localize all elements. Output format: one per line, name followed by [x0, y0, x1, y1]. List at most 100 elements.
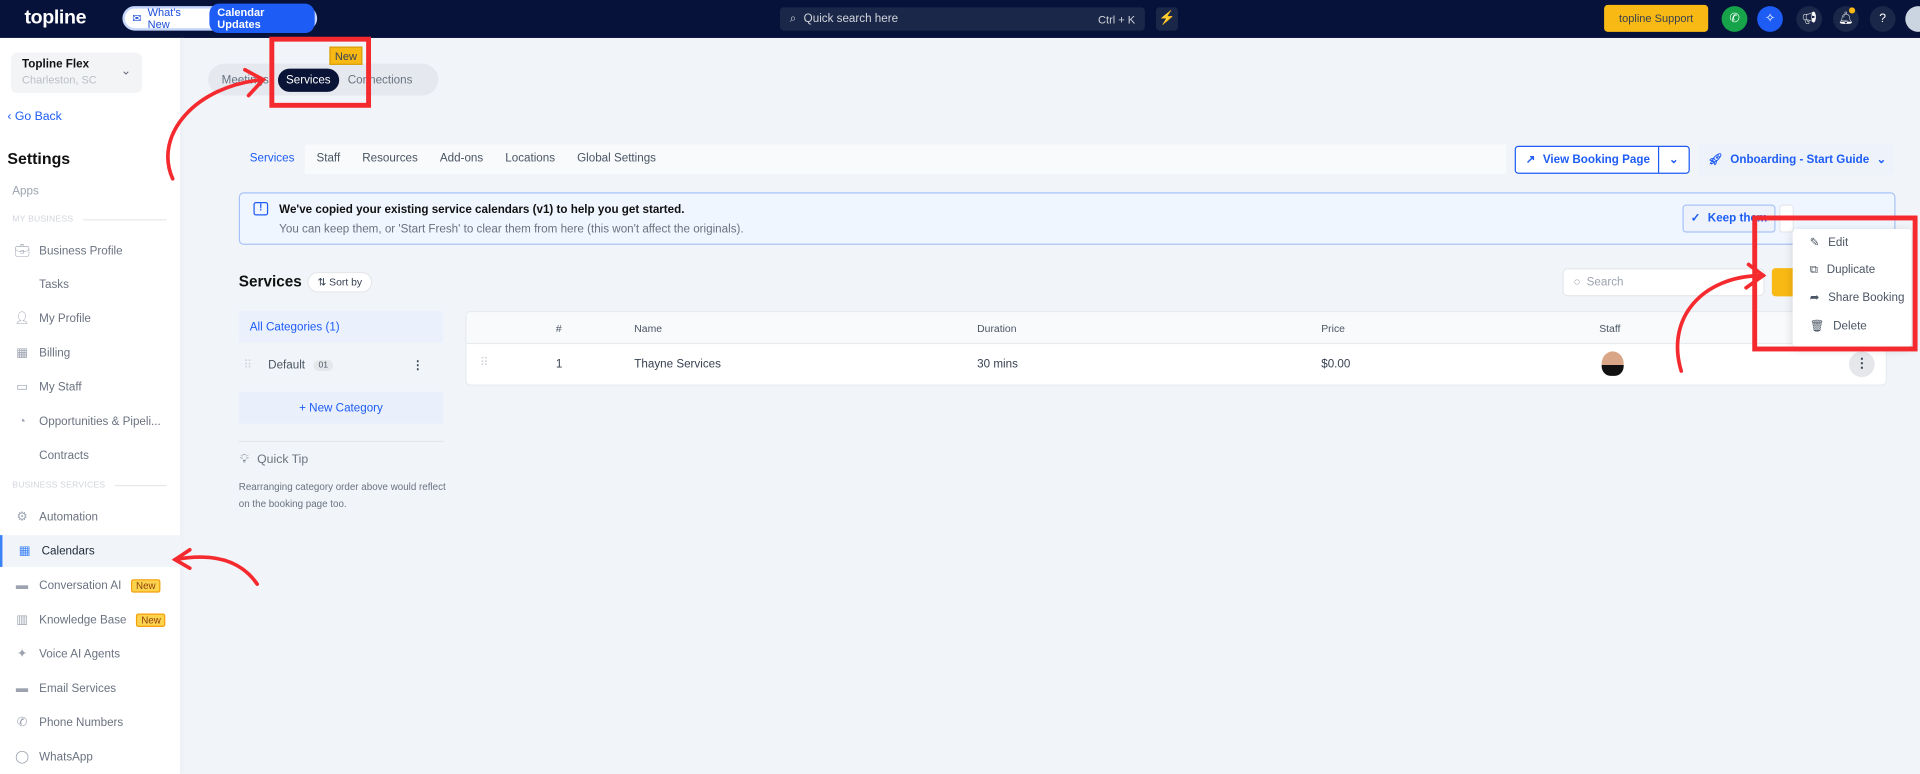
sidebar-item-apps[interactable]: Apps [12, 185, 39, 198]
sidebar-item-email-services[interactable]: ▬ Email Services [0, 672, 181, 704]
search-icon: ○ [1573, 275, 1581, 289]
nav-icon: ▬ [15, 681, 29, 695]
whats-new-button[interactable]: ✉ What's New Calendar Updates [122, 3, 318, 34]
lightning-icon[interactable]: ⚡ [1155, 7, 1178, 31]
go-back-link[interactable]: ‹ Go Back [7, 110, 61, 123]
drag-handle-icon[interactable]: ⠿ [480, 356, 489, 369]
category-label: Default [268, 358, 306, 372]
col-duration: Duration [977, 322, 1017, 335]
onboarding-label: Onboarding - Start Guide [1730, 153, 1870, 167]
nav-icon: 💼︎ [14, 244, 30, 258]
sparkle-icon[interactable]: ✧ [1757, 6, 1783, 32]
alert-icon: ! [253, 202, 269, 216]
section-business-services: BUSINESS SERVICES [12, 481, 167, 490]
nav-label: Automation [39, 510, 99, 524]
help-icon[interactable]: ? [1869, 6, 1896, 32]
view-booking-page-button[interactable]: ↗ View Booking Page ⌄ [1514, 145, 1690, 174]
support-button[interactable]: topline Support [1604, 4, 1709, 32]
onboarding-button[interactable]: 🚀︎ Onboarding - Start Guide ⌄ [1697, 144, 1895, 176]
location-switcher[interactable]: Topline Flex Charleston, SC ⌄ [11, 52, 143, 94]
nav-label: WhatsApp [39, 750, 93, 764]
megaphone-icon[interactable]: 📢︎ [1796, 6, 1823, 32]
quick-search[interactable]: ⌕ Quick search here Ctrl + K [780, 7, 1145, 31]
sidebar-item-my-staff[interactable]: ▭ My Staff [0, 371, 181, 403]
logo[interactable]: topline [24, 7, 86, 29]
banner-title: We've copied your existing service calen… [279, 203, 685, 217]
location-city: Charleston, SC [22, 73, 97, 86]
search-input[interactable]: ○ Search [1562, 268, 1765, 297]
location-name: Topline Flex [22, 57, 90, 72]
chevron-down-icon[interactable]: ⌄ [1659, 153, 1688, 166]
subtab-staff[interactable]: Staff [305, 144, 351, 173]
services-heading: Services [238, 273, 302, 291]
divider [238, 440, 444, 443]
avatar[interactable] [1905, 6, 1920, 32]
more-vertical-icon[interactable]: ⋮ [412, 358, 424, 371]
check-icon: ✓ [1690, 211, 1701, 226]
chevron-down-icon: ⌄ [120, 64, 132, 79]
go-back-label: Go Back [14, 110, 62, 124]
nav-label: My Profile [39, 311, 91, 326]
sidebar-item-calendars[interactable]: ▦ Calendars [0, 535, 182, 567]
annotation-arrows [166, 67, 1767, 586]
sidebar-item-knowledge-base[interactable]: ▥ Knowledge Base New [0, 604, 181, 636]
subtab-locations[interactable]: Locations [494, 144, 566, 173]
search-icon: ⌕ [789, 12, 797, 26]
lightbulb-icon: 💡︎ [240, 453, 249, 467]
sidebar-item-voice-ai-agents[interactable]: ✦ Voice AI Agents [0, 638, 181, 670]
sidebar-item-automation[interactable]: ⚙︎ Automation [0, 501, 181, 533]
more-vertical-icon[interactable]: ⋮ [1848, 351, 1875, 378]
chevron-down-icon: ⌄ [1876, 153, 1887, 167]
info-banner: ! We've copied your existing service cal… [238, 192, 1896, 245]
subtab-global-settings[interactable]: Global Settings [566, 144, 667, 173]
sidebar-item-contracts[interactable]: Contracts [0, 440, 181, 472]
nav-icon: ▥ [16, 612, 28, 627]
nav-label: Calendars [41, 544, 95, 558]
category-all[interactable]: All Categories (1) [238, 311, 444, 343]
staff-avatar [1601, 351, 1624, 376]
row-name[interactable]: Thayne Services [634, 358, 721, 371]
col-number: # [555, 322, 562, 335]
annotation-box-menu [1752, 215, 1918, 352]
nav-label: Billing [39, 345, 71, 360]
nav-label: Opportunities & Pipeli... [39, 414, 161, 428]
category-default[interactable]: ⠿ Default 01 ⋮ [239, 349, 443, 381]
sort-label: Sort by [329, 275, 363, 288]
drag-handle-icon[interactable]: ⠿ [239, 358, 268, 371]
tab-meetings[interactable]: Meetings [213, 68, 277, 91]
sidebar-item-billing[interactable]: ▦ Billing [0, 337, 181, 369]
sidebar-item-my-profile[interactable]: 👤︎ My Profile [0, 302, 181, 334]
subtab-addons[interactable]: Add-ons [429, 144, 494, 173]
top-bar: topline ✉ What's New Calendar Updates ⌕ Qui… [0, 0, 1920, 38]
row-number: 1 [555, 357, 563, 372]
sidebar-item-tasks[interactable]: Tasks [0, 268, 181, 300]
sidebar-item-conversation-ai[interactable]: ▬ Conversation AI New [0, 569, 181, 601]
sidebar-item-business-profile[interactable]: 💼︎ Business Profile [0, 235, 181, 267]
sort-by-button[interactable]: ⇅ Sort by [307, 271, 373, 293]
nav-label: Email Services [39, 681, 117, 695]
gift-icon: ✉ [132, 11, 142, 24]
new-badge: New [136, 612, 166, 627]
bell-icon[interactable]: 🔔︎ [1833, 6, 1859, 32]
subtab-resources[interactable]: Resources [351, 144, 429, 173]
nav-label: Business Profile [39, 244, 123, 258]
quick-tip-title: Quick Tip [257, 453, 309, 467]
new-category-button[interactable]: + New Category [238, 391, 444, 424]
nav-icon: ⚙︎ [16, 510, 28, 524]
search-placeholder: Search [1586, 275, 1624, 289]
col-name: Name [634, 322, 663, 335]
nav-icon: ◯ [15, 750, 29, 764]
nav-label: Contracts [39, 448, 89, 463]
nav-label: Conversation AI [39, 578, 122, 593]
phone-icon[interactable]: ✆ [1721, 6, 1748, 32]
sidebar-item-phone-numbers[interactable]: ✆ Phone Numbers [0, 707, 181, 739]
nav-icon: ▦ [18, 544, 31, 558]
sidebar-item-opportunities-pipeli[interactable]: ◔ Opportunities & Pipeli... [0, 405, 181, 437]
calendar-updates-pill[interactable]: Calendar Updates [209, 3, 315, 34]
sidebar-item-whatsapp[interactable]: ◯ WhatsApp [0, 741, 181, 773]
nav-icon: ◔ [18, 414, 26, 428]
subtab-services[interactable]: Services [238, 144, 306, 174]
annotation-arrow [173, 555, 259, 586]
nav-icon: ✆ [16, 715, 28, 730]
nav-icon: ✦ [16, 647, 28, 661]
